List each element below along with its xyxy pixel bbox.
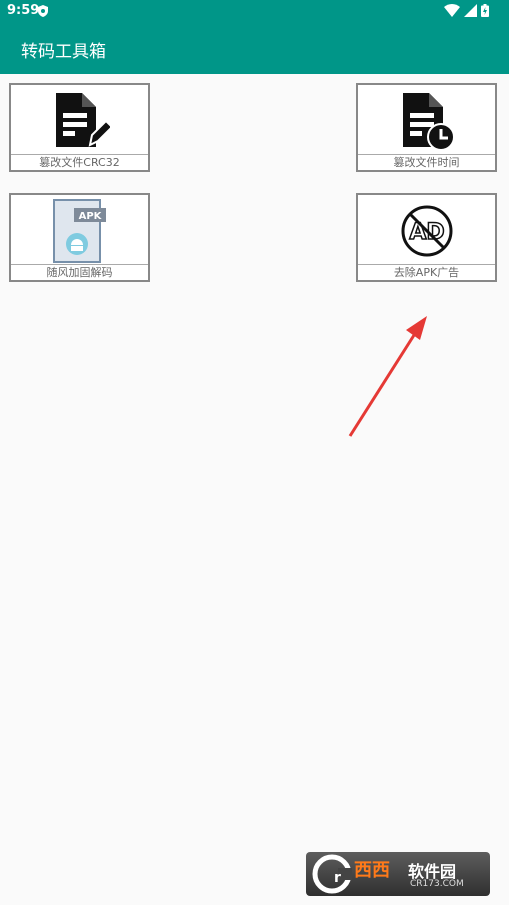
shield-icon: [38, 5, 48, 17]
apk-android-icon: APK: [52, 199, 106, 263]
status-bar: 9:59: [0, 0, 509, 24]
tile-label: 篡改文件时间: [358, 154, 495, 170]
tile-tamper-file-time[interactable]: 篡改文件时间: [356, 83, 497, 172]
signal-icon: [464, 4, 477, 17]
watermark-brand: 西西: [354, 860, 390, 881]
tile-tamper-crc32[interactable]: 篡改文件CRC32: [9, 83, 150, 172]
watermark-domain: CR173.COM: [410, 879, 464, 889]
tile-label: 随风加固解码: [11, 264, 148, 280]
svg-text:r: r: [334, 870, 341, 886]
apk-badge: APK: [78, 211, 102, 222]
wifi-icon: [444, 4, 460, 17]
battery-icon: [481, 4, 489, 17]
annotation-arrow-icon: [348, 316, 427, 437]
watermark-logo: r 西西 软件园 CR173.COM: [306, 852, 490, 896]
tile-label: 去除APK广告: [358, 264, 495, 280]
tile-remove-apk-ads[interactable]: AD 去除APK广告: [356, 193, 497, 282]
no-ad-icon: AD: [401, 205, 452, 257]
cr-logo-icon: r: [312, 854, 352, 894]
page-title: 转码工具箱: [21, 42, 106, 62]
app-bar: 转码工具箱: [0, 24, 509, 74]
tile-suifeng-decode[interactable]: APK 随风加固解码: [9, 193, 150, 282]
status-time: 9:59: [7, 3, 40, 18]
file-clock-icon: [402, 93, 455, 151]
tile-label: 篡改文件CRC32: [11, 154, 148, 170]
file-edit-icon: [55, 93, 110, 147]
